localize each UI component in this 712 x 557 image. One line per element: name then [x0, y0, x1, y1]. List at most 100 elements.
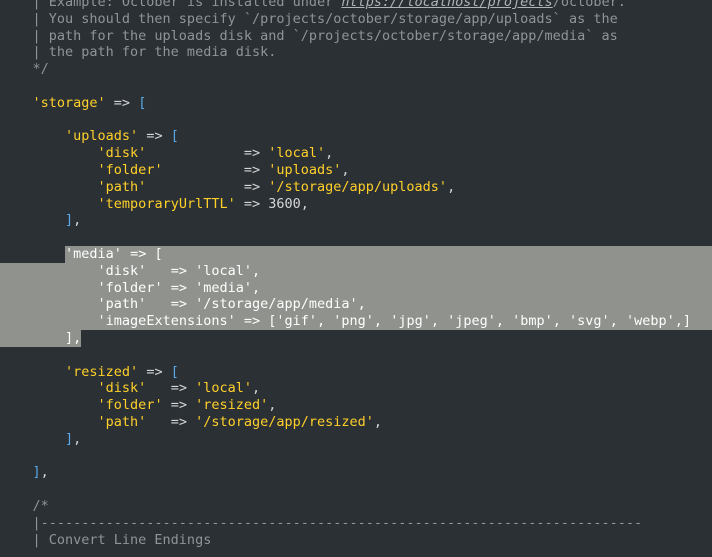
code-editor[interactable]: | Example: October is installed under ht…: [0, 0, 712, 557]
code-token-op: ,: [73, 430, 82, 447]
code-token-str: 'resized': [195, 397, 269, 414]
code-token-key: 'resized': [65, 363, 139, 380]
code-token-key: 'folder': [97, 162, 163, 178]
code-line[interactable]: [0, 481, 712, 498]
code-token-key: 'imageExtensions': [97, 313, 236, 330]
code-token-comment: | path for the uploads disk and `/projec…: [0, 27, 618, 44]
code-line[interactable]: | the path for the media disk.: [0, 44, 712, 61]
code-token-str: 'uploads': [268, 162, 342, 178]
code-token-key: 'media': [65, 246, 122, 262]
code-token-comment: */: [0, 61, 49, 78]
code-token-op: ,: [252, 380, 261, 397]
code-line[interactable]: 'folder' => 'media',: [0, 280, 712, 297]
code-token-bracket: ]: [65, 330, 74, 346]
code-line[interactable]: [0, 112, 712, 129]
code-line[interactable]: /*: [0, 498, 712, 515]
code-line[interactable]: 'disk' => 'local',: [0, 145, 712, 162]
code-token-str: '/storage/app/resized': [195, 414, 374, 430]
code-token-key: 'storage': [32, 94, 106, 111]
code-token-str: 'png': [333, 313, 374, 330]
code-line[interactable]: | Convert Line Endings: [0, 532, 712, 549]
code-line[interactable]: [0, 347, 712, 364]
code-token-op: ,: [73, 330, 82, 346]
code-token-op: =>: [138, 128, 171, 145]
code-token-str: '/storage/app/uploads': [268, 178, 448, 195]
code-token-comment: /october.: [552, 0, 626, 10]
code-token-op: =>: [162, 162, 269, 178]
code-token-bracket: ]: [32, 464, 41, 481]
code-token-op: ,: [325, 145, 334, 162]
code-line[interactable]: | Example: October is installed under ht…: [0, 0, 712, 11]
code-token-op: =>: [162, 397, 196, 414]
code-token-str: 'local': [195, 380, 253, 397]
code-token-op: ,: [447, 178, 456, 195]
code-token-comment: | You should then specify `/projects/oct…: [0, 10, 618, 27]
code-line[interactable]: | path for the uploads disk and `/projec…: [0, 28, 712, 45]
code-line[interactable]: 'storage' => [: [0, 95, 712, 112]
code-token-op: =>: [105, 94, 139, 111]
code-token-bracket: [: [170, 128, 179, 145]
code-line[interactable]: ],: [0, 431, 712, 448]
code-line[interactable]: 'imageExtensions' => ['gif', 'png', 'jpg…: [0, 313, 712, 330]
code-token-op: ,: [357, 296, 366, 313]
code-line[interactable]: 'path' => '/storage/app/media',: [0, 296, 712, 313]
code-token-key: 'disk': [97, 262, 147, 279]
code-token-bracket: ]: [682, 313, 692, 330]
code-token-bracket: [: [170, 363, 179, 380]
code-token-num: 3600: [268, 195, 301, 212]
code-line[interactable]: 'path' => '/storage/app/uploads',: [0, 179, 712, 196]
code-token-str: 'local': [195, 262, 253, 279]
code-line[interactable]: [0, 78, 712, 95]
code-token-op: =>: [146, 296, 196, 313]
code-token-str: 'jpeg': [447, 313, 496, 330]
code-token-op: =>: [138, 363, 171, 380]
code-token-op: =>: [235, 195, 269, 212]
code-token-comment: /*: [0, 498, 49, 514]
code-token-op: ,: [252, 262, 261, 279]
code-line[interactable]: 'disk' => 'local',: [0, 380, 712, 397]
code-token-str: 'svg': [569, 313, 610, 330]
code-line[interactable]: | You should then specify `/projects/oct…: [0, 11, 712, 28]
code-token-str: 'bmp': [512, 313, 553, 330]
code-line[interactable]: 'path' => '/storage/app/resized',: [0, 414, 712, 431]
code-token-key: 'path': [97, 178, 147, 195]
code-line[interactable]: 'temporaryUrlTTL' => 3600,: [0, 196, 712, 213]
code-token-bracket: [: [154, 246, 163, 262]
code-line[interactable]: */: [0, 61, 712, 78]
code-line[interactable]: ],: [0, 464, 712, 481]
code-token-str: 'jpg': [390, 313, 431, 330]
code-token-key: 'path': [97, 414, 147, 430]
code-line[interactable]: |---------------------------------------…: [0, 515, 712, 532]
code-line[interactable]: 'resized' => [: [0, 364, 712, 381]
code-token-op: =>: [162, 279, 196, 296]
code-token-op: ,: [252, 279, 261, 296]
code-line[interactable]: [0, 229, 712, 246]
code-line[interactable]: [0, 448, 712, 465]
code-token-url: https://localhost/projects: [341, 0, 553, 10]
code-line[interactable]: ],: [0, 330, 712, 347]
code-line[interactable]: 'folder' => 'resized',: [0, 397, 712, 414]
code-token-op: =>: [146, 262, 196, 279]
code-token-op: ,: [373, 414, 383, 430]
code-token-op: ,: [300, 195, 309, 212]
code-line[interactable]: 'disk' => 'local',: [0, 263, 712, 280]
code-line[interactable]: ],: [0, 212, 712, 229]
code-token-bracket: [: [138, 94, 147, 111]
code-line[interactable]: 'folder' => 'uploads',: [0, 162, 712, 179]
code-token-key: 'folder': [97, 279, 163, 296]
code-line[interactable]: 'uploads' => [: [0, 128, 712, 145]
code-token-key: 'disk': [97, 380, 147, 397]
code-line[interactable]: 'media' => [: [0, 246, 712, 263]
